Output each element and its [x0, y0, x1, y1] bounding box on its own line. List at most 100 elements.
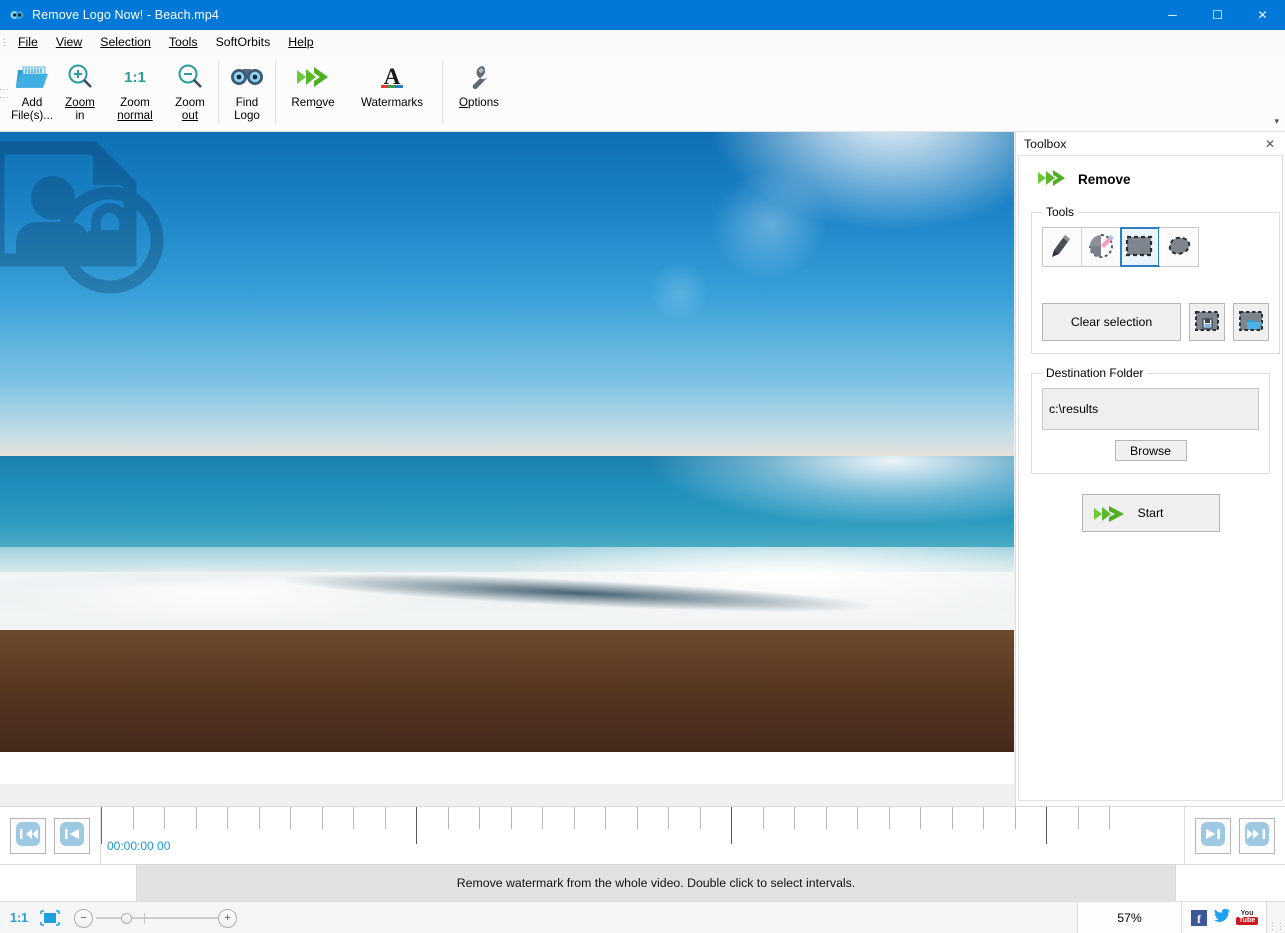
bottom-bar: 1:1 − + 57% f — [0, 901, 1285, 933]
close-button[interactable]: ✕ — [1240, 0, 1285, 30]
toolbar-separator-1 — [218, 61, 219, 124]
timeline-tick — [1078, 807, 1079, 829]
timeline-bar: 00:00:00 00 — [0, 806, 1285, 864]
twitter-icon[interactable] — [1213, 908, 1231, 927]
tools-strip — [1042, 227, 1199, 267]
toolbar-group-file: Add File(s)... Zoom in — [8, 55, 214, 132]
timeline-tick — [479, 807, 480, 829]
zoom-in-label: Zoom in — [65, 96, 95, 122]
status-message: Remove watermark from the whole video. D… — [137, 865, 1175, 901]
maximize-button[interactable]: ☐ — [1195, 0, 1240, 30]
rectangle-select-tool-button[interactable] — [1121, 228, 1160, 266]
next-frame-button[interactable] — [1195, 818, 1231, 854]
menu-item-view[interactable]: View — [47, 31, 91, 53]
timeline-tick — [227, 807, 228, 829]
timeline-tick — [290, 807, 291, 829]
watermarks-button[interactable]: A Watermarks — [346, 55, 438, 129]
status-right-spacer — [1175, 865, 1285, 901]
toolbar-group-options: Options — [447, 55, 511, 132]
zoom-normal-button[interactable]: 1:1 Zoom normal — [104, 55, 166, 129]
menu-item-help[interactable]: Help — [279, 31, 322, 53]
skip-to-end-button[interactable] — [1239, 818, 1275, 854]
zoom-out-button-small[interactable]: − — [74, 909, 93, 928]
find-logo-label: Find Logo — [234, 96, 260, 122]
timeline-tick — [133, 807, 134, 829]
prev-frame-icon — [59, 821, 85, 850]
toolbar-group-find: Find Logo — [223, 55, 271, 132]
menu-item-tools[interactable]: Tools — [160, 31, 207, 53]
resize-grip[interactable]: ⋮⋮ — [1267, 902, 1285, 933]
zoom-in-button-small[interactable]: + — [218, 909, 237, 928]
clear-selection-button[interactable]: Clear selection — [1042, 303, 1181, 341]
previous-frame-button[interactable] — [54, 818, 90, 854]
skip-start-icon — [15, 821, 41, 850]
save-selection-button[interactable] — [1189, 303, 1225, 341]
menu-item-softorbits[interactable]: SoftOrbits — [207, 31, 280, 53]
lasso-tool-button[interactable] — [1159, 228, 1198, 266]
social-links: f You Tube — [1182, 902, 1267, 933]
green-arrow-icon — [1093, 504, 1127, 527]
destination-folder-input[interactable] — [1042, 388, 1259, 430]
zoom-slider[interactable]: − + — [74, 906, 239, 930]
timeline-tick — [416, 807, 417, 844]
open-folder-icon — [15, 60, 49, 94]
load-selection-button[interactable] — [1233, 303, 1269, 341]
application-window: Remove Logo Now! - Beach.mp4 ─ ☐ ✕ ⋮ Fil… — [0, 0, 1285, 933]
timeline-tick — [196, 807, 197, 829]
document-person-lock-watermark — [0, 140, 190, 325]
add-files-button[interactable]: Add File(s)... — [8, 55, 56, 129]
canvas-bottom-padding — [0, 752, 1014, 784]
timeline-tick — [101, 807, 102, 844]
zoom-out-button[interactable]: Zoom out — [166, 55, 214, 129]
browse-row: Browse — [1042, 440, 1259, 461]
youtube-bottom-label: Tube — [1236, 917, 1258, 925]
window-title: Remove Logo Now! - Beach.mp4 — [32, 8, 219, 22]
zoom-normal-label: Zoom normal — [117, 96, 152, 122]
menu-item-selection[interactable]: Selection — [91, 31, 160, 53]
timeline-tick — [668, 807, 669, 829]
toolbar: ⋮⋮ Add F — [0, 55, 1285, 132]
rectangle-selection-icon — [1125, 235, 1153, 260]
toolbar-overflow-chevron-down-icon[interactable]: ▾ — [1274, 116, 1285, 131]
start-button[interactable]: Start — [1082, 494, 1220, 532]
timeline-ruler[interactable]: 00:00:00 00 — [101, 807, 1184, 864]
eraser-icon — [1087, 233, 1115, 262]
toolbox-panel: Toolbox ✕ Remove Tools — [1015, 132, 1285, 806]
menu-item-file[interactable]: File — [9, 31, 47, 53]
timeline-tick — [763, 807, 764, 829]
options-button[interactable]: Options — [447, 55, 511, 129]
timeline-tick — [511, 807, 512, 829]
zoom-in-button[interactable]: Zoom in — [56, 55, 104, 129]
eraser-tool-button[interactable] — [1082, 228, 1121, 266]
toolbox-close-icon[interactable]: ✕ — [1261, 137, 1279, 151]
skip-to-start-button[interactable] — [10, 818, 46, 854]
youtube-icon[interactable]: You Tube — [1237, 910, 1257, 926]
toolbox-header: Toolbox ✕ — [1016, 132, 1285, 155]
zoom-slider-handle[interactable] — [121, 913, 132, 924]
add-files-label: Add File(s)... — [11, 96, 53, 122]
tools-group-label: Tools — [1042, 205, 1078, 219]
green-arrow-icon — [294, 60, 332, 94]
facebook-icon[interactable]: f — [1191, 910, 1207, 926]
menu-bar: ⋮ File View Selection Tools SoftOrbits H… — [0, 30, 1285, 55]
toolbar-group-remove: Remove A Watermarks — [280, 55, 438, 132]
timeline-tick — [731, 807, 732, 844]
sand-region — [0, 630, 1014, 752]
video-canvas[interactable]: ‹ › — [0, 132, 1014, 784]
title-bar: Remove Logo Now! - Beach.mp4 ─ ☐ ✕ — [0, 0, 1285, 30]
zoom-ratio-label[interactable]: 1:1 — [10, 911, 28, 925]
green-arrow-icon — [1037, 168, 1067, 191]
current-time-label: 00:00:00 00 — [107, 839, 170, 853]
timeline-right-controls — [1184, 807, 1285, 864]
fit-to-window-icon[interactable] — [40, 910, 60, 926]
destination-folder-group: Destination Folder Browse — [1031, 366, 1270, 474]
marker-tool-button[interactable] — [1043, 228, 1082, 266]
toolbar-separator-2 — [275, 61, 276, 124]
timeline-tick — [920, 807, 921, 829]
browse-button[interactable]: Browse — [1115, 440, 1187, 461]
timeline-tick — [605, 807, 606, 829]
find-logo-button[interactable]: Find Logo — [223, 55, 271, 129]
options-label: Options — [459, 96, 499, 109]
remove-watermarks-button[interactable]: Remove — [280, 55, 346, 129]
minimize-button[interactable]: ─ — [1150, 0, 1195, 30]
